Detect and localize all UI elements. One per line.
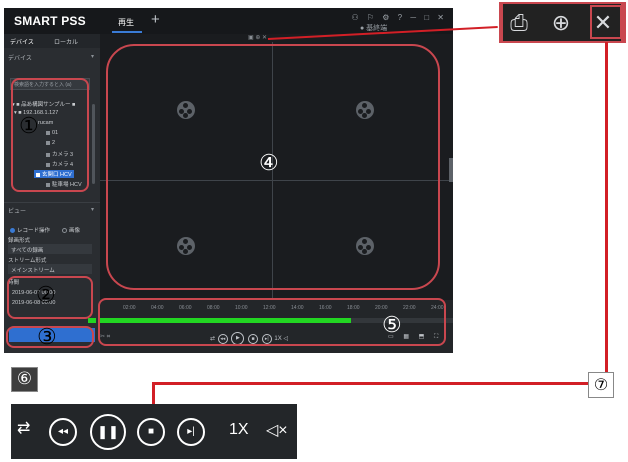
callout-number-3: ③: [37, 325, 57, 350]
stream-label: ストリーム形式: [8, 258, 47, 264]
title-bar: SMART PSS 再生 + ⚇ ⚐ ⚙ ? ─ □ ✕ ● 基終端: [4, 8, 453, 34]
device-section-title: デバイス: [8, 56, 32, 62]
tree-scrollbar[interactable]: [92, 104, 95, 184]
callout-number-6: ⑥: [11, 367, 38, 392]
speed-label[interactable]: 1X: [229, 421, 249, 439]
tab-local[interactable]: ローカル: [54, 37, 78, 46]
rewind-button[interactable]: ◂◂: [49, 418, 77, 446]
stream-select[interactable]: メインストリーム: [8, 264, 92, 274]
recording-bar-edge: [88, 318, 96, 323]
radio-icon: [10, 228, 15, 234]
pause-button[interactable]: ❚❚: [90, 414, 126, 450]
view-section-title: ビュー: [8, 209, 27, 215]
add-tab-button[interactable]: +: [151, 11, 160, 28]
zoomed-playback-controls: ⇄ ◂◂ ❚❚ ■ ▸| 1X ◁×: [11, 404, 297, 459]
stop-button[interactable]: ■: [137, 418, 165, 446]
radio-record[interactable]: レコード操作: [10, 226, 50, 234]
record-type-select[interactable]: すべての録画: [8, 244, 92, 254]
radio-label: 画像: [69, 228, 81, 234]
side-tabs: デバイス ローカル: [4, 34, 100, 48]
tab-devices[interactable]: デバイス: [10, 37, 34, 46]
window-controls[interactable]: ⚇ ⚐ ⚙ ? ─ □ ✕: [351, 13, 447, 22]
callout-number-1: ①: [19, 114, 39, 139]
panel-drag-handle[interactable]: [449, 158, 453, 182]
camera-icon[interactable]: ⎙: [505, 10, 533, 36]
zoom-in-icon[interactable]: ⊕: [547, 10, 575, 36]
divider: [4, 202, 100, 203]
sync-icon[interactable]: ⇄: [17, 418, 30, 438]
tab-active-indicator: [112, 31, 142, 33]
connector-line-7-vertical: [605, 42, 608, 372]
radio-label: レコード操作: [17, 228, 51, 234]
collapse-icon[interactable]: ▾: [91, 206, 94, 213]
callout-number-2: ②: [36, 283, 56, 308]
callout-number-5: ⑤: [382, 313, 402, 338]
mute-icon[interactable]: ◁×: [266, 420, 288, 440]
collapse-icon[interactable]: ▾: [91, 53, 94, 60]
record-type-label: 録画形式: [8, 238, 31, 244]
radio-image[interactable]: 画像: [62, 226, 80, 234]
next-frame-button[interactable]: ▸|: [177, 418, 205, 446]
callout-number-4: ④: [259, 151, 279, 176]
tab-playback[interactable]: 再生: [118, 17, 134, 28]
close-highlight: [590, 5, 622, 39]
app-title: SMART PSS: [14, 14, 86, 28]
connector-line-7-horizontal: [152, 382, 589, 385]
radio-icon: [62, 228, 67, 234]
callout-number-7: ⑦: [588, 372, 614, 398]
